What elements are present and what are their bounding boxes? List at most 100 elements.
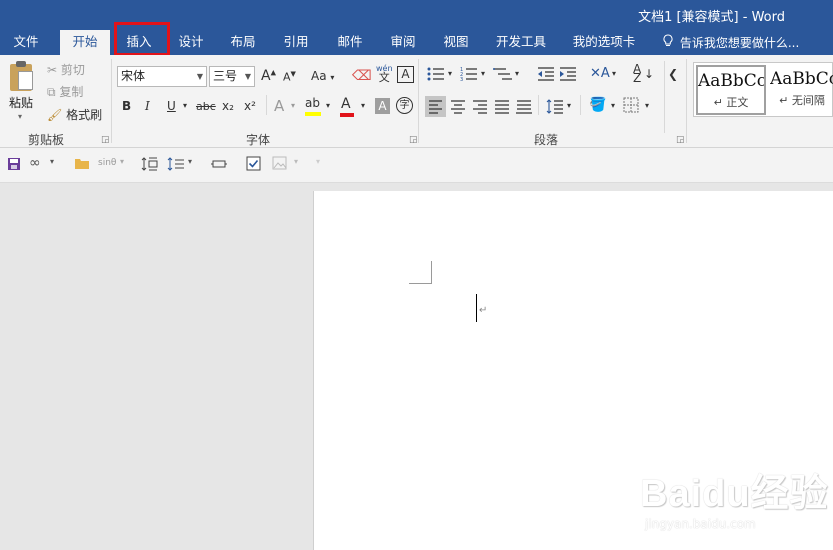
highlighter-icon: ab [305, 96, 320, 110]
decrease-indent-icon[interactable] [537, 66, 555, 85]
glasses-dropdown-icon[interactable]: ▾ [50, 157, 54, 166]
numbering-button[interactable]: 123 [460, 66, 478, 85]
line-spacing-dropdown-icon[interactable]: ▾ [567, 101, 571, 110]
tab-review[interactable]: 审阅 [380, 30, 426, 55]
paste-label: 粘贴 [9, 96, 34, 110]
highlight-button[interactable]: ab [305, 96, 321, 116]
italic-button[interactable]: I [145, 99, 150, 113]
character-border-button[interactable]: A [397, 66, 414, 83]
style-no-spacing[interactable]: AaBbCcDd ↵ 无间隔 [770, 65, 833, 115]
formula-dropdown-icon[interactable]: ▾ [120, 157, 124, 166]
font-color-dropdown-icon[interactable]: ▾ [361, 101, 365, 110]
glasses-icon[interactable]: ∞ [29, 155, 41, 171]
style-normal[interactable]: AaBbCcDd ↵ 正文 [696, 65, 766, 115]
tab-home[interactable]: 开始 [60, 30, 110, 55]
font-size-value: 三号 [213, 69, 238, 83]
underline-dropdown-icon[interactable]: ▾ [183, 101, 187, 110]
shading-button[interactable]: 🪣 [589, 97, 606, 113]
styles-gallery: AaBbCcDd ↵ 正文 AaBbCcDd ↵ 无间隔 [693, 62, 833, 117]
text-effects-button[interactable]: A [274, 97, 284, 115]
picture-icon[interactable] [272, 156, 287, 173]
tab-design[interactable]: 设计 [168, 30, 214, 55]
chinese-layout-icon[interactable]: ✕A [590, 66, 610, 81]
style-name: ↵ 正文 [713, 96, 749, 109]
bold-button[interactable]: B [122, 99, 131, 113]
borders-dropdown-icon[interactable]: ▾ [645, 101, 649, 110]
paragraph-spacing-icon[interactable] [167, 156, 185, 175]
paste-dropdown-icon[interactable]: ▾ [18, 112, 22, 121]
tell-me-box[interactable]: 告诉我您想要做什么... [663, 34, 799, 51]
chevron-down-icon: ▼ [196, 72, 203, 81]
align-center-button[interactable] [449, 96, 467, 120]
underline-button[interactable]: U [167, 99, 176, 113]
justify-button[interactable] [493, 96, 511, 120]
shading-dropdown-icon[interactable]: ▾ [611, 101, 615, 110]
tab-references[interactable]: 引用 [273, 30, 319, 55]
qat-more-icon[interactable]: ▾ [316, 157, 320, 166]
distributed-button[interactable] [515, 96, 533, 120]
numbering-dropdown-icon[interactable]: ▾ [481, 69, 485, 78]
subscript-button[interactable]: x₂ [222, 99, 234, 113]
superscript-button[interactable]: x² [244, 99, 256, 113]
increase-indent-icon[interactable] [559, 66, 577, 85]
change-case-button[interactable]: Aa ▾ [311, 69, 334, 83]
picture-dropdown-icon[interactable]: ▾ [294, 157, 298, 166]
strikethrough-button[interactable]: abc [196, 100, 216, 113]
line-height-icon[interactable] [141, 156, 159, 175]
save-icon[interactable] [7, 157, 21, 174]
folder-icon[interactable] [74, 156, 90, 173]
font-color-button[interactable]: A [340, 96, 354, 117]
shrink-font-button[interactable]: A▼ [283, 70, 296, 84]
paragraph-spacing-dropdown-icon[interactable]: ▾ [188, 157, 192, 166]
line-spacing-icon [546, 99, 563, 114]
align-right-button[interactable] [471, 96, 489, 120]
font-launcher-icon[interactable]: ◲ [409, 135, 418, 145]
tab-layout[interactable]: 布局 [220, 30, 266, 55]
tab-mailings[interactable]: 邮件 [327, 30, 373, 55]
phonetic-bottom: 文 [378, 71, 390, 84]
fit-width-icon[interactable] [211, 158, 227, 173]
clear-formatting-icon[interactable]: ⌫ [352, 68, 372, 84]
margin-corner-mark [409, 261, 432, 284]
multilevel-list-button[interactable] [493, 66, 513, 85]
cut-button[interactable]: ✂ 剪切 [47, 61, 85, 78]
checkbox-icon[interactable] [246, 156, 261, 174]
align-left-button[interactable] [425, 96, 446, 117]
highlight-dropdown-icon[interactable]: ▾ [326, 101, 330, 110]
character-shading-button[interactable]: A [375, 98, 390, 114]
tab-file[interactable]: 文件 [2, 30, 50, 55]
show-marks-icon[interactable]: ❮ [668, 67, 678, 81]
paragraph-launcher-icon[interactable]: ◲ [676, 135, 685, 145]
sort-icon[interactable]: AZ [633, 63, 641, 84]
shrink-font-icon: A [283, 70, 291, 84]
tab-my-tab[interactable]: 我的选项卡 [566, 30, 642, 55]
text-effects-dropdown-icon[interactable]: ▾ [291, 101, 295, 110]
tab-view[interactable]: 视图 [433, 30, 479, 55]
chevron-down-icon: ▼ [244, 72, 251, 81]
bullets-button[interactable] [427, 66, 445, 85]
tab-developer[interactable]: 开发工具 [489, 30, 553, 55]
borders-button[interactable] [623, 97, 639, 116]
enclose-characters-button[interactable]: 字 [396, 97, 413, 114]
format-painter-button[interactable]: 🖌 格式刷 [47, 106, 102, 123]
copy-icon: ⧉ [47, 85, 56, 99]
grow-font-button[interactable]: A▲ [261, 68, 276, 84]
multilevel-dropdown-icon[interactable]: ▾ [515, 69, 519, 78]
formula-button[interactable]: sinθ [98, 158, 116, 168]
divider [580, 95, 581, 115]
font-color-icon: A [341, 96, 351, 112]
font-name-value: 宋体 [121, 69, 146, 83]
paste-button[interactable]: 粘贴 ▾ [6, 61, 38, 125]
line-spacing-button[interactable] [546, 96, 564, 120]
copy-button[interactable]: ⧉ 复制 [47, 83, 83, 100]
borders-icon [623, 97, 639, 113]
bullets-dropdown-icon[interactable]: ▾ [448, 69, 452, 78]
chinese-layout-dropdown-icon[interactable]: ▾ [612, 69, 616, 78]
phonetic-guide-button[interactable]: wén 文 [376, 64, 393, 84]
watermark-url: jingyan.baidu.com [645, 517, 756, 531]
divider [266, 95, 267, 115]
copy-label: 复制 [59, 85, 84, 99]
font-size-select[interactable]: 三号 ▼ [209, 66, 255, 87]
font-name-select[interactable]: 宋体 ▼ [117, 66, 207, 87]
clipboard-launcher-icon[interactable]: ◲ [101, 135, 110, 145]
